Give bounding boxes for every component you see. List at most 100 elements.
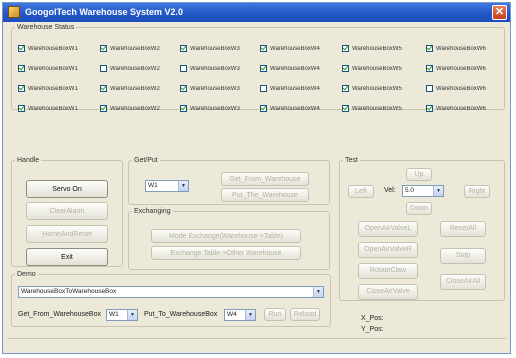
get-put-select-value: W1 bbox=[148, 182, 158, 189]
chevron-down-icon[interactable]: ▼ bbox=[313, 287, 323, 297]
left-button[interactable]: Left bbox=[348, 185, 374, 198]
close-air-valve-button[interactable]: CloseAirValve bbox=[358, 284, 418, 300]
warehouse-checkbox-label: WarehouseBoxW3 bbox=[190, 85, 240, 92]
close-icon[interactable]: ✕ bbox=[492, 5, 507, 20]
warehouse-checkbox[interactable]: WarehouseBoxW5 bbox=[342, 105, 420, 112]
get-from-warehouse-button[interactable]: Get_From_Warehouse bbox=[221, 172, 309, 186]
warehouse-checkbox[interactable]: WarehouseBoxW5 bbox=[342, 85, 420, 92]
checkbox-icon[interactable] bbox=[260, 85, 267, 92]
checkbox-checked-icon[interactable] bbox=[260, 45, 267, 52]
checkbox-checked-icon[interactable] bbox=[18, 45, 25, 52]
vel-select[interactable]: 5.0 ▼ bbox=[402, 185, 444, 197]
warehouse-checkbox-label: WarehouseBoxW5 bbox=[352, 45, 402, 52]
checkbox-checked-icon[interactable] bbox=[100, 105, 107, 112]
warehouse-checkbox-label: WarehouseBoxW1 bbox=[28, 45, 78, 52]
mode-exchange-button[interactable]: Mode Exchange(Warehouse->Table) bbox=[151, 229, 301, 243]
exchange-table-button[interactable]: Exchange Table->Other Warehouse bbox=[151, 246, 301, 260]
get-from-warehousebox-label: Get_From_WarehouseBox bbox=[18, 311, 101, 318]
warehouse-checkbox-label: WarehouseBoxW4 bbox=[270, 85, 320, 92]
warehouse-checkbox[interactable]: WarehouseBoxW3 bbox=[180, 45, 258, 52]
warehouse-checkbox[interactable]: WarehouseBoxW4 bbox=[260, 85, 338, 92]
get-from-warehousebox-select[interactable]: W1 ▼ bbox=[106, 309, 138, 321]
warehouse-checkbox[interactable]: WarehouseBoxW6 bbox=[426, 85, 504, 92]
warehouse-checkbox[interactable]: WarehouseBoxW1 bbox=[18, 65, 96, 72]
home-and-reset-button[interactable]: HomeAndReset bbox=[26, 225, 108, 243]
reload-button[interactable]: Reload bbox=[290, 308, 320, 321]
checkbox-checked-icon[interactable] bbox=[18, 105, 25, 112]
warehouse-checkbox[interactable]: WarehouseBoxW3 bbox=[180, 65, 258, 72]
warehouse-checkbox[interactable]: WarehouseBoxW1 bbox=[18, 45, 96, 52]
warehouse-checkbox[interactable]: WarehouseBoxW6 bbox=[426, 45, 504, 52]
warehouse-checkbox[interactable]: WarehouseBoxW3 bbox=[180, 105, 258, 112]
clear-alarm-button[interactable]: ClearAlarm bbox=[26, 202, 108, 220]
stop-button[interactable]: Stop bbox=[440, 248, 486, 264]
checkbox-checked-icon[interactable] bbox=[426, 105, 433, 112]
put-to-warehousebox-select[interactable]: W4 ▼ bbox=[224, 309, 256, 321]
warehouse-checkbox[interactable]: WarehouseBoxW5 bbox=[342, 45, 420, 52]
checkbox-icon[interactable] bbox=[180, 65, 187, 72]
run-button[interactable]: Run bbox=[264, 308, 286, 321]
open-air-valve-r-button[interactable]: OpenAirValveR bbox=[358, 242, 418, 258]
warehouse-checkbox[interactable]: WarehouseBoxW4 bbox=[260, 45, 338, 52]
get-put-warehouse-select[interactable]: W1 ▼ bbox=[145, 180, 189, 192]
warehouse-checkbox[interactable]: WarehouseBoxW1 bbox=[18, 105, 96, 112]
checkbox-checked-icon[interactable] bbox=[426, 45, 433, 52]
warehouse-checkbox[interactable]: WarehouseBoxW6 bbox=[426, 105, 504, 112]
checkbox-checked-icon[interactable] bbox=[180, 85, 187, 92]
warehouse-checkbox-label: WarehouseBoxW2 bbox=[110, 45, 160, 52]
put-the-warehouse-button[interactable]: Put_The_Warehouse bbox=[221, 188, 309, 202]
checkbox-checked-icon[interactable] bbox=[426, 65, 433, 72]
warehouse-checkbox-label: WarehouseBoxW1 bbox=[28, 65, 78, 72]
exchanging-group: Exchanging Mode Exchange(Warehouse->Tabl… bbox=[128, 208, 330, 270]
get-from-value: W1 bbox=[109, 311, 119, 318]
title-bar: GoogolTech Warehouse System V2.0 ✕ bbox=[3, 3, 510, 22]
get-put-title: Get/Put bbox=[134, 157, 158, 164]
warehouse-checkbox[interactable]: WarehouseBoxW3 bbox=[180, 85, 258, 92]
rotate-claw-button[interactable]: RotateClaw bbox=[358, 263, 418, 279]
checkbox-icon[interactable] bbox=[426, 85, 433, 92]
warehouse-checkbox[interactable]: WarehouseBoxW4 bbox=[260, 65, 338, 72]
chevron-down-icon[interactable]: ▼ bbox=[178, 181, 188, 191]
up-button[interactable]: Up bbox=[406, 168, 432, 181]
warehouse-checkbox[interactable]: WarehouseBoxW6 bbox=[426, 65, 504, 72]
checkbox-checked-icon[interactable] bbox=[180, 45, 187, 52]
checkbox-checked-icon[interactable] bbox=[260, 65, 267, 72]
warehouse-checkbox[interactable]: WarehouseBoxW2 bbox=[100, 45, 178, 52]
reset-all-button[interactable]: ResetAll bbox=[440, 221, 486, 237]
warehouse-checkbox-label: WarehouseBoxW1 bbox=[28, 85, 78, 92]
warehouse-checkbox[interactable]: WarehouseBoxW2 bbox=[100, 105, 178, 112]
servo-on-button[interactable]: Servo On bbox=[26, 180, 108, 198]
status-checkbox-grid: WarehouseBoxW1 WarehouseBoxW2 WarehouseBox… bbox=[18, 41, 504, 112]
warehouse-checkbox-label: WarehouseBoxW5 bbox=[352, 105, 402, 112]
checkbox-checked-icon[interactable] bbox=[100, 85, 107, 92]
checkbox-checked-icon[interactable] bbox=[18, 85, 25, 92]
checkbox-checked-icon[interactable] bbox=[18, 65, 25, 72]
demo-title: Demo bbox=[17, 271, 36, 278]
status-bar bbox=[7, 338, 506, 350]
chevron-down-icon[interactable]: ▼ bbox=[245, 310, 255, 320]
checkbox-checked-icon[interactable] bbox=[342, 105, 349, 112]
warehouse-checkbox[interactable]: WarehouseBoxW2 bbox=[100, 65, 178, 72]
warehouse-checkbox[interactable]: WarehouseBoxW5 bbox=[342, 65, 420, 72]
open-air-valve-l-button[interactable]: OpenAirValveL bbox=[358, 221, 418, 237]
exit-button[interactable]: Exit bbox=[26, 248, 108, 266]
window-title: GoogolTech Warehouse System V2.0 bbox=[25, 7, 184, 17]
down-button[interactable]: Down bbox=[406, 202, 432, 215]
warehouse-checkbox[interactable]: WarehouseBoxW4 bbox=[260, 105, 338, 112]
warehouse-checkbox-label: WarehouseBoxW3 bbox=[190, 45, 240, 52]
warehouse-checkbox[interactable]: WarehouseBoxW2 bbox=[100, 85, 178, 92]
checkbox-icon[interactable] bbox=[100, 65, 107, 72]
chevron-down-icon[interactable]: ▼ bbox=[127, 310, 137, 320]
warehouse-checkbox[interactable]: WarehouseBoxW1 bbox=[18, 85, 96, 92]
checkbox-checked-icon[interactable] bbox=[342, 85, 349, 92]
close-air-all-button[interactable]: CloseAirAll bbox=[440, 274, 486, 290]
vel-value: 5.0 bbox=[405, 187, 415, 194]
right-button[interactable]: Right bbox=[464, 185, 490, 198]
demo-mode-select[interactable]: WarehouseBoxToWarehouseBox ▼ bbox=[18, 286, 324, 298]
checkbox-checked-icon[interactable] bbox=[342, 65, 349, 72]
checkbox-checked-icon[interactable] bbox=[100, 45, 107, 52]
checkbox-checked-icon[interactable] bbox=[342, 45, 349, 52]
checkbox-checked-icon[interactable] bbox=[180, 105, 187, 112]
checkbox-checked-icon[interactable] bbox=[260, 105, 267, 112]
chevron-down-icon[interactable]: ▼ bbox=[433, 186, 443, 196]
